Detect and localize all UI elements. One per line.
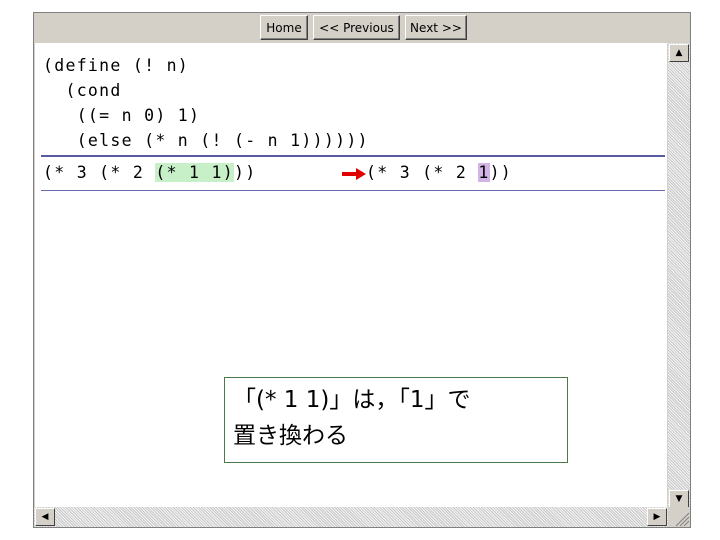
expression-after-prefix: (* 3 (* 2 <box>366 163 479 182</box>
browser-window: Home << Previous Next >> (define (! n) (… <box>33 12 691 528</box>
code-line: (else (* n (! (- n 1)))))) <box>43 131 369 150</box>
scroll-up-button[interactable]: ▲ <box>669 44 689 62</box>
triangle-down-icon: ▼ <box>675 493 683 504</box>
factorial-definition: (define (! n) (cond ((= n 0) 1) (else (*… <box>43 53 369 153</box>
scroll-right-button[interactable]: ▶ <box>647 508 667 526</box>
code-line: (cond <box>43 81 122 100</box>
code-line: (define (! n) <box>43 56 190 75</box>
content-pane: (define (! n) (cond ((= n 0) 1) (else (*… <box>35 43 667 509</box>
triangle-up-icon: ▲ <box>675 47 683 58</box>
vertical-scrollbar[interactable]: ▲ ▼ <box>668 43 690 509</box>
note-line: 「(* 1 1)」は，「1」で <box>233 387 471 413</box>
highlighted-subexpression: (* 1 1) <box>155 163 234 182</box>
resize-grip[interactable] <box>668 507 690 527</box>
horizontal-scrollbar[interactable]: ◀ ▶ <box>34 507 668 527</box>
divider-top <box>41 155 665 157</box>
home-button[interactable]: Home <box>260 15 308 40</box>
code-line: ((= n 0) 1) <box>43 106 201 125</box>
next-button[interactable]: Next >> <box>405 15 467 40</box>
scroll-down-button[interactable]: ▼ <box>669 490 689 508</box>
expression-before-prefix: (* 3 (* 2 <box>43 163 156 182</box>
triangle-left-icon: ◀ <box>41 511 49 522</box>
divider-bottom <box>41 190 665 191</box>
explanation-note: 「(* 1 1)」は，「1」で 置き換わる <box>224 377 568 463</box>
navigation-bar: Home << Previous Next >> <box>34 13 690 43</box>
replaced-value: 1 <box>478 163 490 182</box>
note-line: 置き換わる <box>233 423 348 449</box>
expression-before: (* 3 (* 2 (* 1 1))) <box>43 160 256 185</box>
expression-before-suffix: )) <box>233 163 257 182</box>
expression-after-suffix: )) <box>489 163 513 182</box>
expression-after: (* 3 (* 2 1)) <box>366 160 512 185</box>
triangle-right-icon: ▶ <box>653 511 661 522</box>
resize-grip-icon <box>675 512 690 527</box>
right-arrow-icon <box>342 168 366 180</box>
scroll-left-button[interactable]: ◀ <box>35 508 55 526</box>
previous-button[interactable]: << Previous <box>313 15 400 40</box>
